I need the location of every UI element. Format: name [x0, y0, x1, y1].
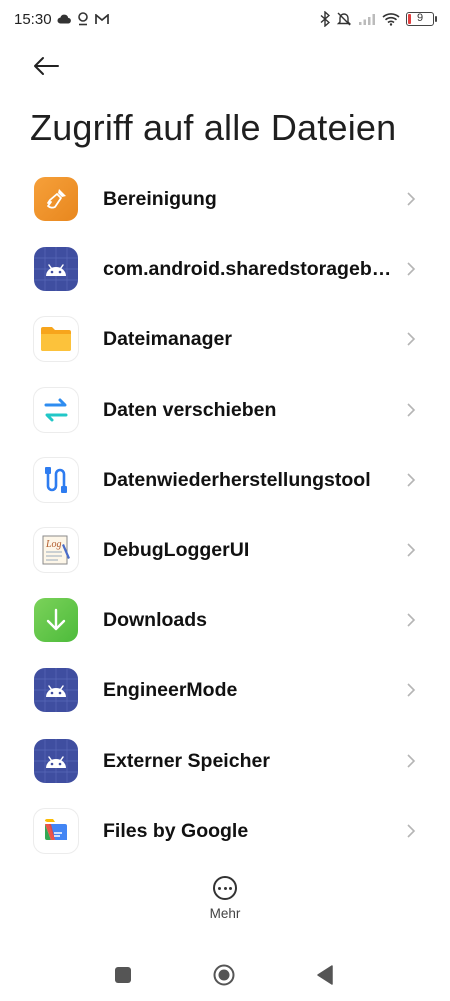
svg-text:Log: Log: [45, 539, 62, 550]
app-label: Dateimanager: [103, 328, 232, 351]
download-arrow-icon: [34, 598, 78, 643]
mute-icon: [336, 12, 352, 26]
navigation-bar: [0, 950, 450, 1000]
signal-icon: [359, 14, 375, 25]
chevron-right-icon: [407, 262, 416, 276]
chevron-right-icon: [407, 753, 416, 768]
list-item[interactable]: Dateimanager: [0, 304, 450, 374]
android-icon: [34, 247, 78, 292]
app-label: Daten verschieben: [103, 398, 277, 421]
back-triangle-icon: [317, 965, 333, 985]
battery-level: 9: [416, 12, 424, 24]
chevron-right-icon: [407, 473, 416, 487]
back-arrow-icon: [34, 57, 59, 75]
more-label: Mehr: [209, 906, 241, 921]
status-time: 15:30: [14, 11, 52, 28]
back-nav-button[interactable]: [314, 964, 336, 986]
app-label: Files by Google: [103, 819, 249, 842]
app-label: EngineerMode: [103, 679, 238, 702]
chevron-right-icon: [407, 683, 416, 697]
list-item[interactable]: com.android.sharedstoragebackup: [0, 234, 450, 304]
list-item[interactable]: Log DebugLoggerUI: [0, 515, 450, 585]
android-icon: [34, 738, 78, 783]
gmail-icon: [95, 13, 109, 24]
list-item[interactable]: Daten verschieben: [0, 375, 450, 445]
app-label: Externer Speicher: [103, 749, 270, 772]
app-label: com.android.sharedstoragebackup: [103, 258, 399, 281]
app-list: Bereinigung com.android.sharedstoragebac…: [0, 164, 450, 866]
chevron-right-icon: [407, 613, 416, 627]
more-button[interactable]: Mehr: [195, 876, 255, 921]
more-dots-icon: [213, 876, 237, 900]
transfer-arrows-icon: [34, 387, 78, 432]
log-icon: Log: [34, 527, 78, 572]
chevron-right-icon: [407, 824, 416, 838]
chevron-right-icon: [407, 332, 416, 346]
wifi-icon: [382, 13, 400, 26]
app-label: DebugLoggerUI: [103, 538, 250, 561]
page-title: Zugriff auf alle Dateien: [30, 107, 397, 148]
android-icon: [34, 668, 78, 713]
list-item[interactable]: Downloads: [0, 585, 450, 655]
home-circle-icon: [213, 964, 235, 986]
list-item[interactable]: Externer Speicher: [0, 726, 450, 796]
app-label: Downloads: [103, 609, 208, 632]
cable-icon: [34, 457, 78, 502]
chevron-right-icon: [407, 192, 416, 206]
app-label: Datenwiederherstellungstool: [103, 468, 371, 491]
bluetooth-icon: [320, 11, 330, 27]
recents-button[interactable]: [112, 964, 134, 986]
battery-icon: 9: [406, 12, 437, 26]
list-item[interactable]: Files by Google: [0, 796, 450, 866]
folder-icon: [34, 317, 78, 362]
list-item[interactable]: Bereinigung: [0, 164, 450, 234]
status-bar: 15:30 9: [0, 0, 450, 40]
app-label: Bereinigung: [103, 188, 217, 210]
list-item[interactable]: Datenwiederherstellungstool: [0, 445, 450, 515]
broom-icon: [34, 177, 78, 221]
cloud-icon: [57, 14, 71, 24]
list-item[interactable]: EngineerMode: [0, 655, 450, 725]
recents-square-icon: [115, 967, 131, 983]
chevron-right-icon: [407, 402, 416, 417]
files-google-icon: [34, 808, 78, 853]
location-icon: [78, 12, 88, 26]
back-button[interactable]: [28, 50, 64, 82]
home-button[interactable]: [213, 964, 235, 986]
chevron-right-icon: [407, 543, 416, 557]
